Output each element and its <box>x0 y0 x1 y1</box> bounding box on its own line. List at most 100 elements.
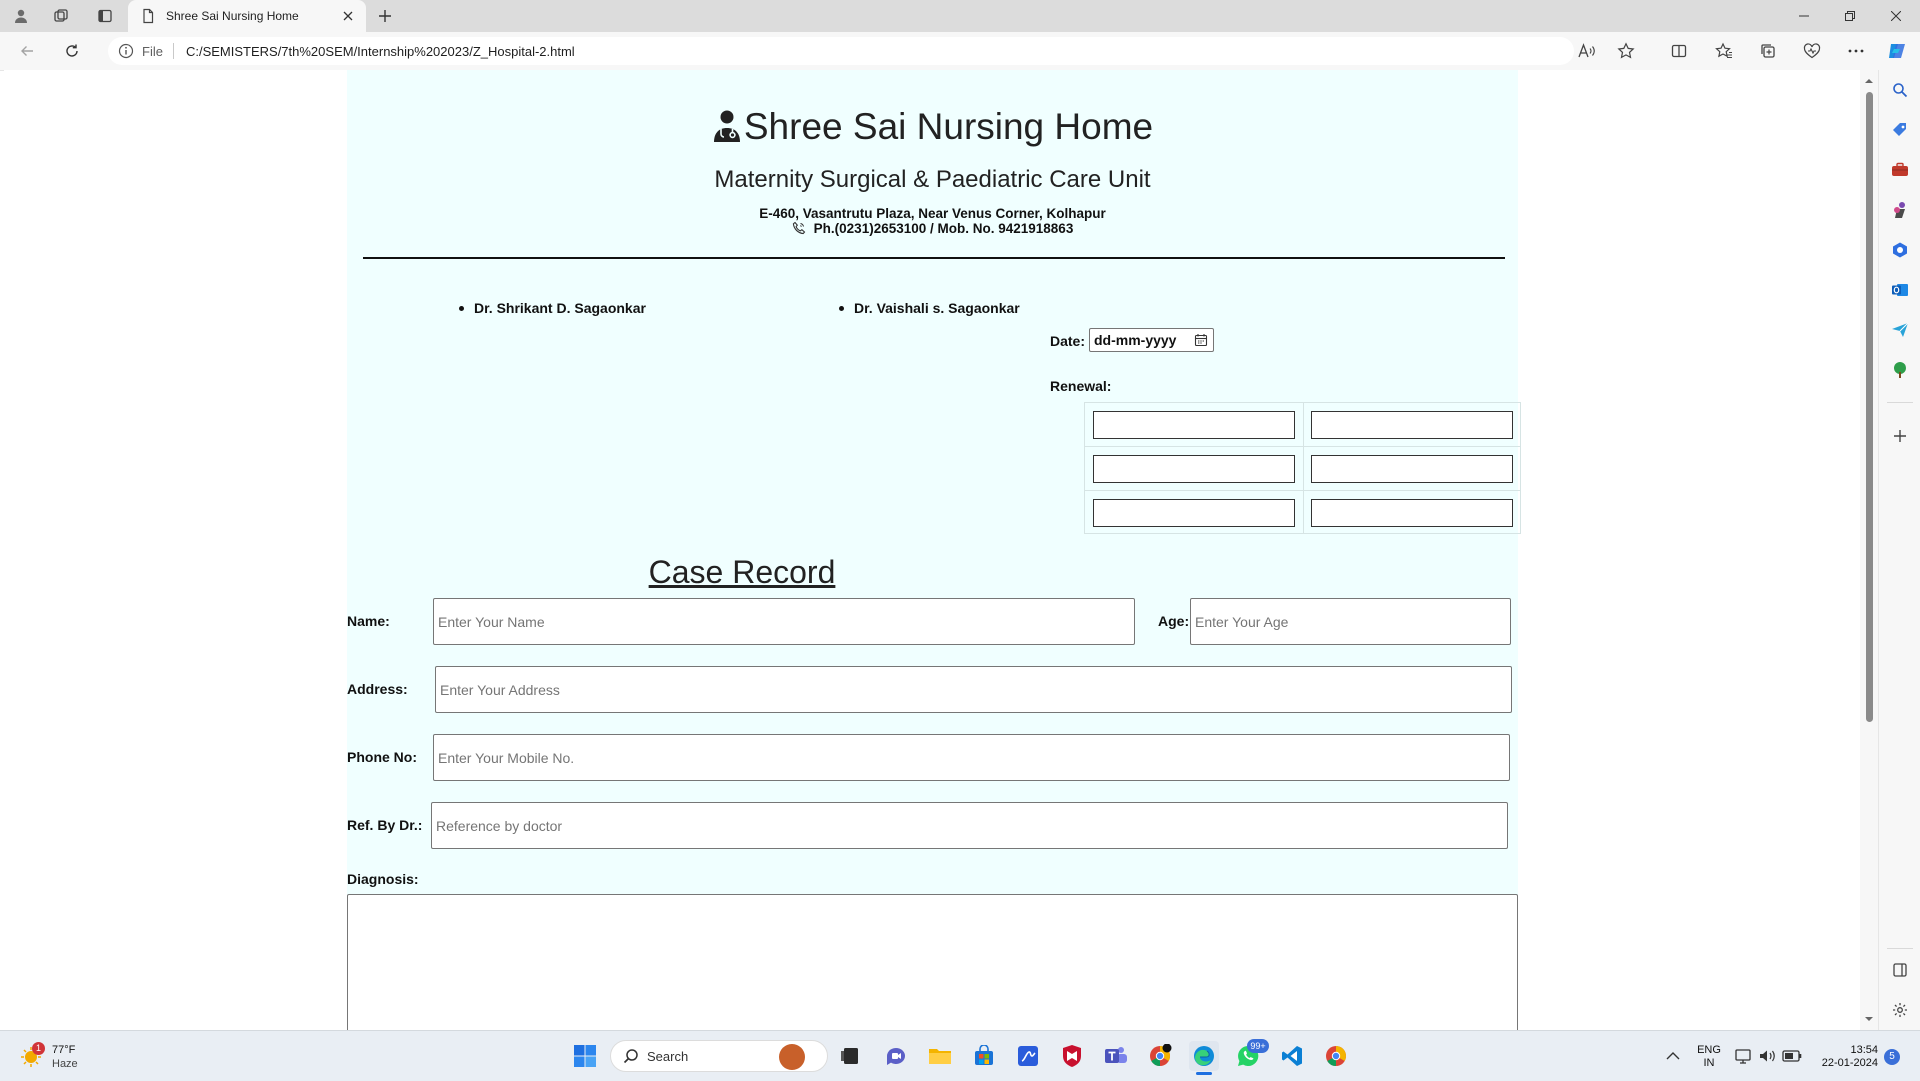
whatsapp-icon[interactable]: 99+ <box>1233 1039 1269 1071</box>
hospital-form-page: Shree Sai Nursing Home Maternity Surgica… <box>347 70 1521 1030</box>
vscode-icon[interactable] <box>1277 1041 1307 1071</box>
collections-icon[interactable] <box>1757 41 1779 61</box>
renewal-cell-input[interactable] <box>1093 499 1295 527</box>
show-hidden-icons-chevron-icon[interactable] <box>1658 1041 1688 1071</box>
games-icon[interactable] <box>1890 200 1910 220</box>
tree-icon[interactable] <box>1890 360 1910 380</box>
age-input[interactable] <box>1190 598 1511 645</box>
edge-sidebar <box>1878 70 1920 1030</box>
phone-icon <box>792 221 805 235</box>
network-icon[interactable] <box>1732 1041 1756 1071</box>
table-divider <box>1085 490 1520 491</box>
weather-condition: Haze <box>52 1058 78 1070</box>
scroll-thumb[interactable] <box>1866 92 1873 722</box>
address-bar[interactable]: File C:/SEMISTERS/7th%20SEM/Internship%2… <box>108 37 1574 65</box>
tools-icon[interactable] <box>1890 160 1910 180</box>
battery-icon[interactable] <box>1780 1041 1804 1071</box>
diagnosis-textarea[interactable] <box>347 894 1518 1030</box>
renewal-cell-input[interactable] <box>1311 499 1513 527</box>
browser-tab[interactable]: Shree Sai Nursing Home <box>128 0 366 32</box>
microsoft-store-icon[interactable] <box>969 1041 999 1071</box>
ref-by-doctor-label: Ref. By Dr.: <box>347 817 423 833</box>
hospital-address: E-460, Vasantrutu Plaza, Near Venus Corn… <box>759 206 1106 221</box>
file-explorer-icon[interactable] <box>925 1041 955 1071</box>
doctor-name: Dr. Shrikant D. Sagaonkar <box>474 300 646 316</box>
more-options-icon[interactable] <box>1845 41 1867 61</box>
scroll-down-icon[interactable] <box>1864 1014 1874 1024</box>
address-url[interactable]: C:/SEMISTERS/7th%20SEM/Internship%202023… <box>186 44 575 59</box>
browser-tab-bar: Shree Sai Nursing Home <box>0 0 1920 32</box>
windows-start-icon[interactable] <box>570 1041 600 1071</box>
hospital-subtitle: Maternity Surgical & Paediatric Care Uni… <box>714 166 1151 193</box>
hospital-phone-line: Ph.(0231)2653100 / Mob. No. 9421918863 <box>347 221 1518 236</box>
age-label: Age: <box>1158 613 1190 629</box>
tab-actions-icon[interactable] <box>94 6 116 26</box>
settings-gear-icon[interactable] <box>1890 1000 1910 1020</box>
doctor-icon <box>713 110 740 142</box>
microsoft-365-icon[interactable] <box>1890 240 1910 260</box>
page-favicon-icon <box>143 8 154 24</box>
name-input[interactable] <box>433 598 1135 645</box>
renewal-cell-input[interactable] <box>1093 411 1295 439</box>
weather-temperature: 77°F <box>52 1044 76 1056</box>
language-indicator[interactable]: ENG IN <box>1694 1044 1724 1070</box>
add-icon[interactable] <box>1890 426 1910 446</box>
date-label: Date: <box>1050 333 1086 349</box>
clock-time: 13:54 <box>1850 1044 1878 1056</box>
renewal-cell-input[interactable] <box>1311 411 1513 439</box>
teams-icon[interactable] <box>1101 1041 1131 1071</box>
split-screen-icon[interactable] <box>1668 41 1690 61</box>
close-tab-icon[interactable] <box>340 8 356 24</box>
outlook-icon[interactable] <box>1890 280 1910 300</box>
weather-widget[interactable]: 1 77°F Haze <box>18 1042 138 1072</box>
sidebar-divider <box>1887 402 1913 403</box>
table-divider <box>1303 403 1304 533</box>
chrome-profile-icon[interactable] <box>1145 1041 1175 1071</box>
whiteboard-icon[interactable] <box>1013 1041 1043 1071</box>
teams-chat-icon[interactable] <box>881 1041 911 1071</box>
page-scrollbar[interactable] <box>1860 70 1878 1030</box>
browser-essentials-icon[interactable] <box>1801 41 1823 61</box>
sidebar-divider <box>1887 948 1913 949</box>
restore-icon[interactable] <box>1827 0 1873 32</box>
date-placeholder: dd-mm-yyyy <box>1094 332 1177 348</box>
renewal-cell-input[interactable] <box>1311 455 1513 483</box>
notification-count-badge[interactable]: 5 <box>1884 1049 1900 1065</box>
taskbar-search[interactable]: Search <box>610 1040 828 1072</box>
scroll-up-icon[interactable] <box>1864 76 1874 86</box>
edge-browser-icon[interactable] <box>1189 1041 1219 1075</box>
volume-icon[interactable] <box>1756 1041 1780 1071</box>
chrome-icon[interactable] <box>1321 1041 1351 1071</box>
search-icon[interactable] <box>1890 80 1910 100</box>
close-window-icon[interactable] <box>1873 0 1919 32</box>
shopping-tag-icon[interactable] <box>1890 120 1910 140</box>
favorite-star-icon[interactable] <box>1615 41 1637 61</box>
mcafee-icon[interactable] <box>1057 1041 1087 1071</box>
site-info-icon[interactable] <box>118 43 134 59</box>
workspaces-icon[interactable] <box>50 6 72 26</box>
profile-icon[interactable] <box>10 6 32 26</box>
system-clock[interactable]: 13:54 22-01-2024 <box>1808 1044 1878 1070</box>
refresh-icon[interactable] <box>61 41 83 61</box>
minimize-icon[interactable] <box>1781 0 1827 32</box>
back-icon[interactable] <box>16 41 38 61</box>
name-label: Name: <box>347 613 390 629</box>
clock-date: 22-01-2024 <box>1821 1057 1878 1069</box>
renewal-cell-input[interactable] <box>1093 455 1295 483</box>
send-icon[interactable] <box>1890 320 1910 340</box>
sidebar-panel-icon[interactable] <box>1890 960 1910 980</box>
ref-by-doctor-input[interactable] <box>431 802 1508 849</box>
search-highlight-icon <box>779 1044 805 1070</box>
address-input[interactable] <box>435 666 1512 713</box>
read-aloud-icon[interactable] <box>1576 41 1598 61</box>
search-label: Search <box>647 1049 689 1064</box>
new-tab-icon[interactable] <box>374 6 396 26</box>
hospital-phone: Ph.(0231)2653100 / Mob. No. 9421918863 <box>813 221 1074 236</box>
favorites-icon[interactable] <box>1713 41 1735 61</box>
hospital-name: Shree Sai Nursing Home <box>743 106 1154 147</box>
copilot-icon[interactable] <box>1886 41 1908 61</box>
calendar-icon[interactable] <box>1194 333 1208 347</box>
date-input[interactable]: dd-mm-yyyy <box>1089 328 1214 352</box>
task-view-icon[interactable] <box>836 1041 866 1071</box>
phone-input[interactable] <box>433 734 1510 781</box>
